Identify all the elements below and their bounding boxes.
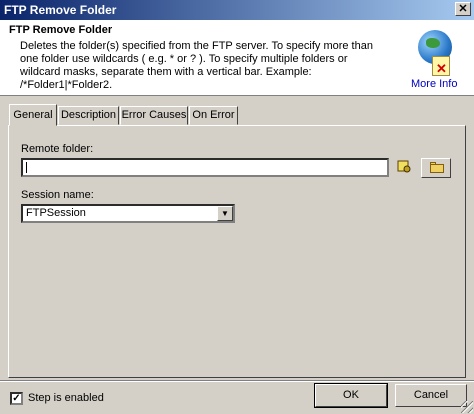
remote-folder-input[interactable]	[21, 158, 389, 177]
tab-error-causes[interactable]: Error Causes	[120, 106, 188, 125]
ok-button[interactable]: OK	[314, 383, 388, 408]
text-cursor	[26, 162, 27, 173]
title-bar: FTP Remove Folder ✕	[0, 0, 474, 20]
session-name-label: Session name:	[21, 189, 94, 201]
window-title: FTP Remove Folder	[4, 3, 117, 17]
chevron-down-icon[interactable]: ▼	[217, 206, 233, 221]
tab-description[interactable]: Description	[58, 106, 119, 125]
footer-divider	[0, 380, 474, 382]
header-description: Deletes the folder(s) specified from the…	[20, 40, 373, 91]
remote-folder-label: Remote folder:	[21, 143, 94, 155]
close-icon: ✕	[458, 3, 468, 15]
variable-picker-icon[interactable]	[394, 158, 414, 178]
resize-grip[interactable]	[461, 401, 473, 413]
tab-on-error[interactable]: On Error	[189, 106, 238, 125]
session-name-value: FTPSession	[26, 207, 86, 219]
step-enabled-checkbox[interactable]: ✓	[10, 392, 23, 405]
browse-folder-button[interactable]	[421, 158, 451, 178]
header-panel: FTP Remove Folder Deletes the folder(s) …	[0, 20, 474, 96]
delete-x-icon: ✕	[436, 61, 447, 76]
close-button[interactable]: ✕	[455, 2, 471, 16]
header-title: FTP Remove Folder	[9, 24, 113, 36]
general-panel: Remote folder: Session name: FTPSession …	[8, 125, 466, 378]
session-name-select[interactable]: FTPSession ▼	[21, 204, 235, 223]
cancel-button[interactable]: Cancel	[395, 384, 467, 407]
folder-icon	[430, 164, 444, 173]
tab-general[interactable]: General	[9, 104, 57, 126]
more-info-link[interactable]: More Info	[411, 78, 457, 90]
step-enabled-label: Step is enabled	[28, 392, 104, 404]
